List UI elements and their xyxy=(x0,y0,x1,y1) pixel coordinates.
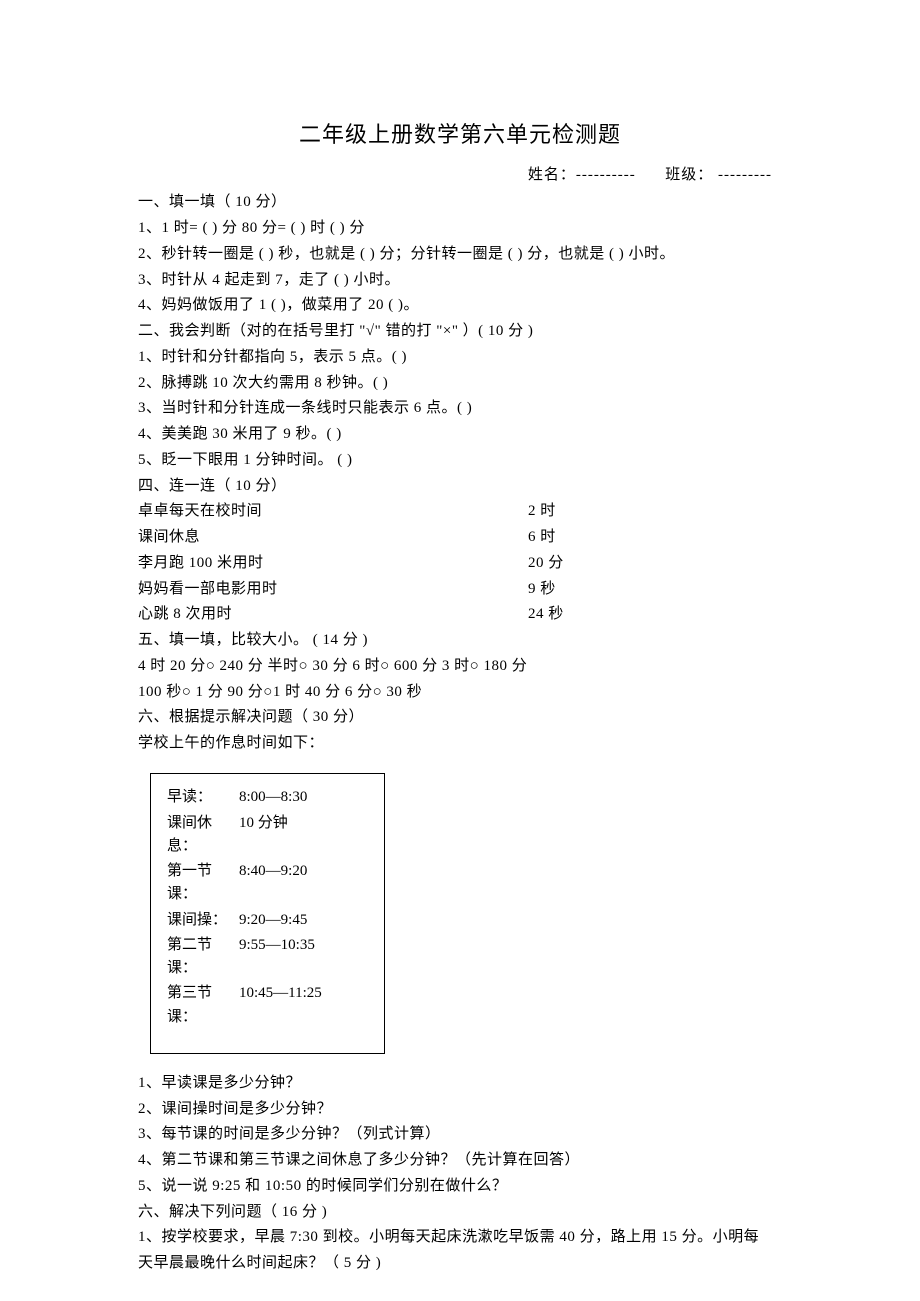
schedule-box: 早读： 8:00—8:30 课间休息： 10 分钟 第一节课： 8:40—9:2… xyxy=(150,773,385,1054)
schedule-label: 第二节课： xyxy=(167,934,239,981)
s2-q1: 1、时针和分针都指向 5，表示 5 点。( ) xyxy=(138,346,782,369)
match-right: 24 秒 xyxy=(528,603,564,626)
match-left: 课间休息 xyxy=(138,526,528,549)
s5-row1: 4 时 20 分○ 240 分 半时○ 30 分 6 时○ 600 分 3 时○… xyxy=(138,655,782,678)
s1-q4: 4、妈妈做饭用了 1 ( )，做菜用了 20 ( )。 xyxy=(138,294,782,317)
schedule-label: 课间休息： xyxy=(167,812,239,859)
match-row: 心跳 8 次用时 24 秒 xyxy=(138,603,782,626)
schedule-row: 第一节课： 8:40—9:20 xyxy=(167,860,374,907)
match-right: 2 时 xyxy=(528,500,556,523)
s2-q5: 5、眨一下眼用 1 分钟时间。 ( ) xyxy=(138,449,782,472)
schedule-time: 8:40—9:20 xyxy=(239,860,307,907)
schedule-time: 10:45—11:25 xyxy=(239,982,322,1029)
section-1-heading: 一、填一填（ 10 分） xyxy=(138,191,782,214)
s6-q5: 5、说一说 9:25 和 10:50 的时候同学们分别在做什么？ xyxy=(138,1175,782,1198)
match-row: 妈妈看一部电影用时 9 秒 xyxy=(138,578,782,601)
s5-row2: 100 秒○ 1 分 90 分○1 时 40 分 6 分○ 30 秒 xyxy=(138,681,782,704)
schedule-time: 9:55—10:35 xyxy=(239,934,315,981)
s6-q4: 4、第二节课和第三节课之间休息了多少分钟？（先计算在回答） xyxy=(138,1149,782,1172)
s6b-q1a: 1、按学校要求，早晨 7:30 到校。小明每天起床洗漱吃早饭需 40 分，路上用… xyxy=(138,1226,782,1249)
schedule-row: 课间休息： 10 分钟 xyxy=(167,812,374,859)
match-left: 妈妈看一部电影用时 xyxy=(138,578,528,601)
s6-intro: 学校上午的作息时间如下： xyxy=(138,732,782,755)
schedule-time: 8:00—8:30 xyxy=(239,786,307,809)
match-right: 20 分 xyxy=(528,552,564,575)
s6b-q1b: 天早晨最晚什么时间起床？（ 5 分 ) xyxy=(138,1252,782,1275)
schedule-row: 早读： 8:00—8:30 xyxy=(167,786,374,809)
s6-q2: 2、课间操时间是多少分钟？ xyxy=(138,1098,782,1121)
s2-q3: 3、当时针和分针连成一条线时只能表示 6 点。( ) xyxy=(138,397,782,420)
s1-q3: 3、时针从 4 起走到 7，走了 ( ) 小时。 xyxy=(138,269,782,292)
schedule-row: 第二节课： 9:55—10:35 xyxy=(167,934,374,981)
section-4-heading: 四、连一连（ 10 分） xyxy=(138,475,782,498)
schedule-row: 第三节课： 10:45—11:25 xyxy=(167,982,374,1029)
match-left: 李月跑 100 米用时 xyxy=(138,552,528,575)
match-row: 卓卓每天在校时间 2 时 xyxy=(138,500,782,523)
match-left: 卓卓每天在校时间 xyxy=(138,500,528,523)
section-6-heading: 六、根据提示解决问题（ 30 分） xyxy=(138,706,782,729)
s6-q1: 1、早读课是多少分钟？ xyxy=(138,1072,782,1095)
schedule-label: 第三节课： xyxy=(167,982,239,1029)
section-5-heading: 五、填一填，比较大小。 ( 14 分 ) xyxy=(138,629,782,652)
match-left: 心跳 8 次用时 xyxy=(138,603,528,626)
schedule-label: 第一节课： xyxy=(167,860,239,907)
s6-q3: 3、每节课的时间是多少分钟？（列式计算） xyxy=(138,1123,782,1146)
match-right: 9 秒 xyxy=(528,578,556,601)
class-field: 班级： --------- xyxy=(665,167,772,183)
document-title: 二年级上册数学第六单元检测题 xyxy=(138,118,782,152)
schedule-label: 课间操： xyxy=(167,909,239,932)
section-2-heading: 二、我会判断（对的在括号里打 "√" 错的打 "×" ）( 10 分 ) xyxy=(138,320,782,343)
schedule-row: 课间操： 9:20—9:45 xyxy=(167,909,374,932)
match-row: 李月跑 100 米用时 20 分 xyxy=(138,552,782,575)
schedule-label: 早读： xyxy=(167,786,239,809)
match-row: 课间休息 6 时 xyxy=(138,526,782,549)
s2-q4: 4、美美跑 30 米用了 9 秒。( ) xyxy=(138,423,782,446)
name-field: 姓名：---------- xyxy=(528,167,636,183)
header-fields: 姓名：---------- 班级： --------- xyxy=(138,164,782,187)
schedule-time: 9:20—9:45 xyxy=(239,909,307,932)
section-6b-heading: 六、解决下列问题（ 16 分 ) xyxy=(138,1201,782,1224)
s1-q2: 2、秒针转一圈是 ( ) 秒，也就是 ( ) 分；分针转一圈是 ( ) 分，也就… xyxy=(138,243,782,266)
match-right: 6 时 xyxy=(528,526,556,549)
s1-q1: 1、1 时= ( ) 分 80 分= ( ) 时 ( ) 分 xyxy=(138,217,782,240)
s2-q2: 2、脉搏跳 10 次大约需用 8 秒钟。( ) xyxy=(138,372,782,395)
schedule-time: 10 分钟 xyxy=(239,812,288,859)
